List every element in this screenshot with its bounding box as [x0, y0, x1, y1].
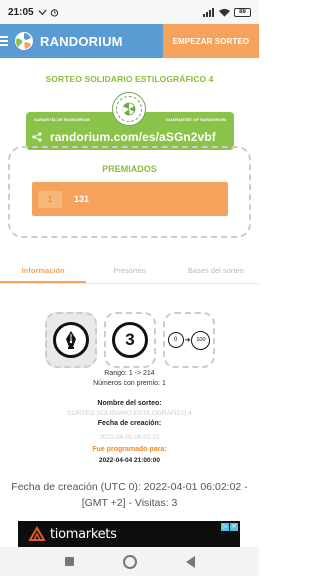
menu-icon[interactable] — [0, 24, 10, 58]
winner-row: 1 131 — [32, 182, 228, 216]
header-brand-area: RANDORIUM — [0, 24, 163, 58]
winners-title: PREMIADOS — [102, 164, 157, 174]
status-left-icons — [38, 8, 59, 17]
tab-raffle-rules[interactable]: Bases del sorteo — [173, 258, 259, 283]
arrow-right-icon: ➜ — [184, 337, 191, 344]
tab-information[interactable]: Información — [0, 258, 87, 283]
status-bar: 21:05 88 — [0, 0, 259, 24]
tab-bar: Información Presorteo Bases del sorteo — [0, 258, 259, 284]
quantity-icon: 3 — [112, 322, 148, 358]
home-icon[interactable] — [122, 554, 137, 569]
start-raffle-button[interactable]: EMPEZAR SORTEO — [163, 24, 259, 58]
system-nav-bar — [0, 547, 259, 576]
winner-number: 131 — [74, 194, 90, 204]
raffle-url[interactable]: randorium.com/es/aSGn2vbf — [50, 130, 216, 144]
scheduled-value: 2022-04-04 21:00:00 — [98, 457, 161, 464]
guarantee-left-text: GARANTÍA DE RANDORIUM — [34, 116, 90, 122]
range-text: Rango: 1 -> 214 — [104, 370, 155, 377]
ad-text: tiomarkets — [50, 526, 117, 542]
info-icons-row: 3 0 ➜ 100 — [45, 312, 215, 368]
raffle-type-box — [45, 312, 97, 368]
guarantee-seal-icon — [112, 92, 146, 126]
alarm-icon — [50, 8, 58, 17]
raffle-name-value: SORTEO SOLIDARIO ESTILOGRÁFICO 4 — [67, 410, 192, 417]
signal-icon — [203, 7, 214, 17]
tiomarkets-logo-icon — [28, 526, 46, 541]
battery-icon: 88 — [234, 7, 251, 17]
prize-numbers-text: Números con premio: 1 — [93, 380, 166, 387]
range-to: 100 — [191, 330, 211, 350]
app-header: RANDORIUM EMPEZAR SORTEO — [0, 24, 259, 58]
range-icon: 0 ➜ 100 — [167, 330, 211, 350]
status-right-icons: 88 — [203, 7, 251, 17]
created-label: Fecha de creación: — [97, 420, 162, 427]
range-box: 0 ➜ 100 — [163, 312, 215, 368]
quantity-box: 3 — [104, 312, 156, 368]
created-value: 2022-04-01 06:02:02 — [99, 434, 160, 441]
wifi-icon — [219, 8, 230, 17]
recent-apps-icon[interactable] — [64, 557, 74, 566]
start-raffle-label: EMPEZAR SORTEO — [172, 36, 250, 46]
creation-footer-note: Fecha de creación (UTC 0): 2022-04-01 06… — [11, 481, 248, 509]
scheduled-label: Fue programado para: — [92, 446, 167, 453]
status-time: 21:05 — [8, 6, 34, 18]
range-from: 0 — [167, 332, 184, 348]
ad-choices-icon[interactable]: ▷ ✕ — [221, 523, 238, 531]
share-icon[interactable] — [32, 132, 42, 142]
winner-position: 1 — [38, 190, 62, 208]
brand-name[interactable]: RANDORIUM — [40, 34, 123, 49]
raffle-title: SORTEO SOLIDARIO ESTILOGRÁFICO 4 — [45, 74, 214, 84]
back-icon[interactable] — [185, 555, 195, 568]
fountain-pen-icon — [53, 322, 89, 358]
tab-pre-draw[interactable]: Presorteo — [86, 258, 172, 283]
raffle-name-label: Nombre del sorteo: — [97, 400, 162, 407]
ad-banner[interactable]: tiomarkets ▷ ✕ — [18, 521, 240, 547]
guarantee-right-text: GUARANTEE OF RANDORIUM — [165, 116, 226, 122]
randorium-logo-icon — [15, 32, 33, 50]
call-missed-icon — [38, 8, 47, 15]
